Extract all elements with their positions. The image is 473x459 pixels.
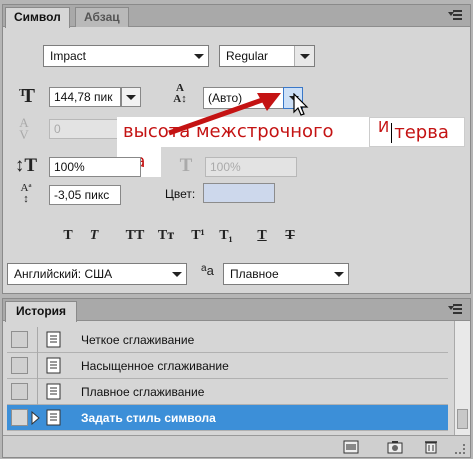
history-state-icon — [46, 409, 61, 426]
font-size-dropdown[interactable] — [121, 87, 141, 107]
vertical-scale-icon: ↕T — [14, 155, 38, 176]
character-panel: Символ Абзац Impact Regular TT 144,78 пи… — [2, 4, 471, 294]
history-scrollbar[interactable] — [454, 321, 470, 435]
font-style-select[interactable]: Regular — [219, 45, 315, 67]
snapshot-source-checkbox[interactable] — [11, 331, 28, 348]
antialias-icon: aa — [201, 263, 214, 278]
new-document-from-state-icon[interactable] — [343, 440, 359, 454]
resize-grip[interactable] — [455, 444, 465, 454]
underline-button[interactable]: T — [251, 227, 273, 245]
history-state-icon — [46, 331, 61, 348]
row-divider — [37, 353, 38, 379]
history-tabbar: История — [3, 299, 470, 322]
font-size-icon: TT — [19, 85, 35, 107]
history-footer — [3, 435, 470, 457]
panel-menu-icon[interactable] — [448, 8, 464, 22]
history-item[interactable]: Четкое сглаживание — [7, 327, 448, 353]
language-value: Английский: США — [14, 267, 113, 281]
row-divider — [37, 327, 38, 353]
row-divider — [37, 379, 38, 405]
annotation-text-1b: И — [378, 118, 390, 136]
snapshot-source-checkbox[interactable] — [11, 383, 28, 400]
annotation-arrow-icon — [168, 93, 281, 136]
chevron-down-icon — [126, 95, 136, 100]
chevron-down-icon — [172, 272, 182, 277]
color-swatch[interactable] — [203, 183, 275, 203]
faux-italic-button[interactable]: T — [83, 227, 105, 245]
kerning-input[interactable]: 0 — [49, 119, 121, 139]
history-item-label: Задать стиль символа — [81, 411, 216, 425]
strikethrough-button[interactable]: T — [279, 227, 301, 245]
history-item-label: Плавное сглаживание — [81, 385, 205, 399]
font-family-value: Impact — [50, 49, 87, 63]
history-state-icon — [46, 383, 61, 400]
history-state-slider-icon[interactable] — [31, 411, 41, 425]
font-style-value: Regular — [226, 49, 269, 63]
horizontal-scale-input[interactable]: 100% — [205, 157, 297, 177]
language-select[interactable]: Английский: США — [7, 263, 187, 285]
history-item[interactable]: Насыщенное сглаживание — [7, 353, 448, 379]
mouse-cursor-icon — [293, 93, 309, 116]
character-tabbar: Символ Абзац — [3, 5, 470, 28]
faux-bold-button[interactable]: T — [57, 227, 79, 245]
scrollbar-thumb[interactable] — [457, 409, 468, 429]
horizontal-scale-icon: T — [179, 155, 193, 176]
history-panel: История Четкое сглаживание Насыщенное сг… — [2, 298, 471, 458]
trash-icon[interactable] — [423, 440, 439, 454]
kerning-icon: AV — [19, 115, 29, 142]
chevron-down-icon — [294, 46, 314, 66]
all-caps-button[interactable]: TT — [121, 227, 149, 245]
superscript-button[interactable]: T¹ — [185, 227, 211, 245]
snapshot-source-checkbox[interactable] — [11, 357, 28, 374]
annotation-text-1c: терва — [394, 122, 449, 143]
font-size-input[interactable]: 144,78 пик — [49, 87, 121, 107]
panel-menu-icon[interactable] — [448, 302, 464, 316]
history-item-selected[interactable]: Задать стиль символа — [7, 405, 448, 431]
create-snapshot-icon[interactable] — [387, 440, 403, 454]
tab-history[interactable]: История — [5, 301, 78, 322]
subscript-button[interactable]: T₁ — [213, 227, 239, 245]
tab-character[interactable]: Символ — [5, 7, 70, 28]
tab-paragraph[interactable]: Абзац — [75, 7, 129, 27]
antialias-label: a — [206, 263, 214, 278]
chevron-down-icon — [194, 54, 204, 59]
snapshot-source-checkbox[interactable] — [11, 409, 28, 426]
history-item[interactable]: Плавное сглаживание — [7, 379, 448, 405]
history-state-icon — [46, 357, 61, 374]
annotation-line1-tail: Итерва — [369, 117, 465, 147]
color-label: Цвет: — [165, 187, 196, 201]
small-caps-button[interactable]: Tт — [153, 227, 179, 245]
history-item-label: Насыщенное сглаживание — [81, 359, 229, 373]
vertical-scale-input[interactable]: 100% — [49, 157, 141, 177]
antialias-value: Плавное — [230, 267, 279, 281]
font-family-select[interactable]: Impact — [43, 45, 209, 67]
baseline-shift-icon: Aª ↕ — [20, 182, 32, 205]
antialias-select[interactable]: Плавное — [223, 263, 349, 285]
history-item-label: Четкое сглаживание — [81, 333, 195, 347]
chevron-down-icon — [334, 272, 344, 277]
baseline-shift-input[interactable]: -3,05 пикс — [49, 185, 121, 205]
